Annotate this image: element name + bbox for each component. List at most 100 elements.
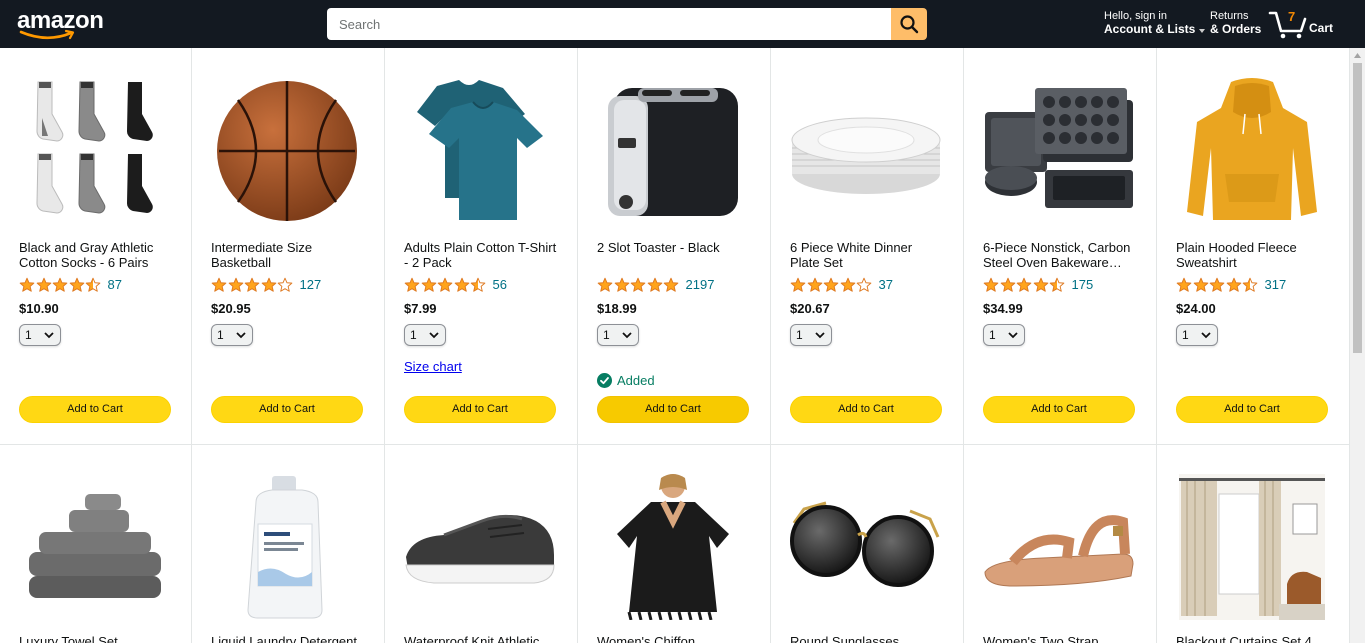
smile-arrow-icon	[19, 29, 75, 40]
product-title[interactable]: Blackout Curtains Set 4	[1176, 634, 1331, 643]
quantity-select[interactable]: 1	[597, 324, 639, 346]
product-card: Plain Hooded Fleece Sweatshirt 317 $24.0…	[1157, 48, 1350, 444]
product-title[interactable]: Liquid Laundry Detergent	[211, 634, 366, 643]
page-scrollbar[interactable]	[1350, 48, 1365, 643]
quantity-select[interactable]: 1	[790, 324, 832, 346]
add-to-cart-button[interactable]: Add to Cart	[983, 396, 1135, 423]
star-rating-icon	[211, 277, 294, 293]
chevron-down-icon	[44, 332, 54, 339]
product-rating[interactable]: 175	[983, 277, 1093, 293]
product-image[interactable]	[19, 76, 171, 226]
product-rating[interactable]: 56	[404, 277, 507, 293]
add-to-cart-button[interactable]: Add to Cart	[597, 396, 749, 423]
rating-count[interactable]: 175	[1072, 277, 1094, 293]
star-icon	[470, 277, 486, 292]
product-title[interactable]: Adults Plain Cotton T-Shirt - 2 Pack	[404, 240, 559, 270]
product-title[interactable]: Plain Hooded Fleece Sweatshirt	[1176, 240, 1331, 270]
chevron-down-icon	[622, 332, 632, 339]
product-title[interactable]: Women's Two Strap	[983, 634, 1138, 643]
quantity-value: 1	[796, 328, 803, 342]
product-image[interactable]	[211, 473, 363, 621]
search-input[interactable]	[327, 8, 891, 40]
product-rating[interactable]: 87	[19, 277, 122, 293]
product-image[interactable]	[597, 76, 749, 226]
rating-count[interactable]: 56	[493, 277, 507, 293]
product-title[interactable]: Luxury Towel Set	[19, 634, 174, 643]
product-title[interactable]: Women's Chiffon	[597, 634, 752, 643]
rating-count[interactable]: 317	[1265, 277, 1287, 293]
product-image[interactable]	[1176, 473, 1328, 621]
rating-count[interactable]: 87	[108, 277, 122, 293]
sandal-image	[984, 515, 1134, 587]
product-rating[interactable]: 317	[1176, 277, 1286, 293]
scrollbar-thumb[interactable]	[1353, 63, 1362, 353]
cart-button[interactable]: 7 Cart	[1268, 8, 1338, 40]
add-to-cart-button[interactable]: Add to Cart	[404, 396, 556, 423]
rating-count[interactable]: 127	[300, 277, 322, 293]
cart-label: Cart	[1309, 21, 1334, 35]
chevron-down-icon	[1008, 332, 1018, 339]
quantity-select[interactable]: 1	[19, 324, 61, 346]
amazon-logo[interactable]: amazon	[17, 8, 104, 40]
product-row: Black and Gray Athletic Cotton Socks - 6…	[0, 48, 1350, 445]
add-to-cart-button[interactable]: Add to Cart	[790, 396, 942, 423]
account-lists-menu[interactable]: Hello, sign in Account & Lists	[1104, 10, 1205, 36]
product-image[interactable]	[404, 473, 556, 621]
sunglasses-image	[790, 501, 940, 587]
star-icon	[1049, 277, 1065, 292]
product-title[interactable]: 2 Slot Toaster - Black	[597, 240, 752, 255]
product-title[interactable]: Black and Gray Athletic Cotton Socks - 6…	[19, 240, 174, 270]
product-title[interactable]: Intermediate Size Basketball	[211, 240, 366, 270]
chevron-down-icon	[1201, 332, 1211, 339]
add-to-cart-button[interactable]: Add to Cart	[211, 396, 363, 423]
product-image[interactable]	[211, 76, 363, 226]
rating-count[interactable]: 37	[879, 277, 893, 293]
star-icon	[261, 277, 276, 292]
product-image[interactable]	[983, 76, 1135, 226]
toaster-image	[608, 88, 738, 216]
star-icon	[1242, 277, 1258, 292]
product-title[interactable]: Round Sunglasses	[790, 634, 945, 643]
star-icon	[983, 277, 999, 292]
product-card: Round Sunglasses	[771, 445, 964, 643]
star-icon	[840, 277, 855, 292]
size-chart-link[interactable]: Size chart	[404, 359, 462, 374]
star-icon	[228, 277, 243, 292]
quantity-value: 1	[603, 328, 610, 342]
quantity-select[interactable]: 1	[404, 324, 446, 346]
product-image[interactable]	[1176, 76, 1328, 226]
product-rating[interactable]: 127	[211, 277, 321, 293]
star-icon	[454, 277, 469, 292]
scroll-up-arrow-icon[interactable]	[1354, 53, 1361, 58]
product-card: Adults Plain Cotton T-Shirt - 2 Pack 56 …	[385, 48, 578, 444]
product-image[interactable]	[790, 473, 942, 621]
star-rating-icon	[19, 277, 102, 293]
product-image[interactable]	[983, 473, 1135, 621]
chevron-down-icon	[236, 332, 246, 339]
product-card: Blackout Curtains Set 4	[1157, 445, 1350, 643]
product-rating[interactable]: 37	[790, 277, 893, 293]
quantity-value: 1	[410, 328, 417, 342]
star-icon	[421, 277, 436, 292]
product-title[interactable]: 6-Piece Nonstick, Carbon Steel Oven Bake…	[983, 240, 1138, 270]
quantity-select[interactable]: 1	[1176, 324, 1218, 346]
product-title[interactable]: Waterproof Knit Athletic	[404, 634, 559, 643]
product-image[interactable]	[790, 76, 942, 226]
returns-orders-link[interactable]: Returns & Orders	[1210, 10, 1261, 36]
star-icon	[630, 277, 646, 292]
quantity-select[interactable]: 1	[983, 324, 1025, 346]
quantity-value: 1	[217, 328, 224, 342]
top-nav-bar: amazon Hello, sign in Account & Lists Re…	[0, 0, 1365, 48]
product-rating[interactable]: 2197	[597, 277, 714, 293]
product-title[interactable]: 6 Piece White Dinner Plate Set	[790, 240, 945, 270]
search-button[interactable]	[891, 8, 927, 40]
quantity-select[interactable]: 1	[211, 324, 253, 346]
add-to-cart-button[interactable]: Add to Cart	[19, 396, 171, 423]
add-to-cart-button[interactable]: Add to Cart	[1176, 396, 1328, 423]
product-image[interactable]	[404, 76, 556, 226]
product-image[interactable]	[597, 473, 749, 621]
product-card: Intermediate Size Basketball 127 $20.95 …	[192, 48, 385, 444]
star-icon	[1226, 277, 1241, 292]
product-image[interactable]	[19, 473, 171, 621]
rating-count[interactable]: 2197	[686, 277, 715, 293]
